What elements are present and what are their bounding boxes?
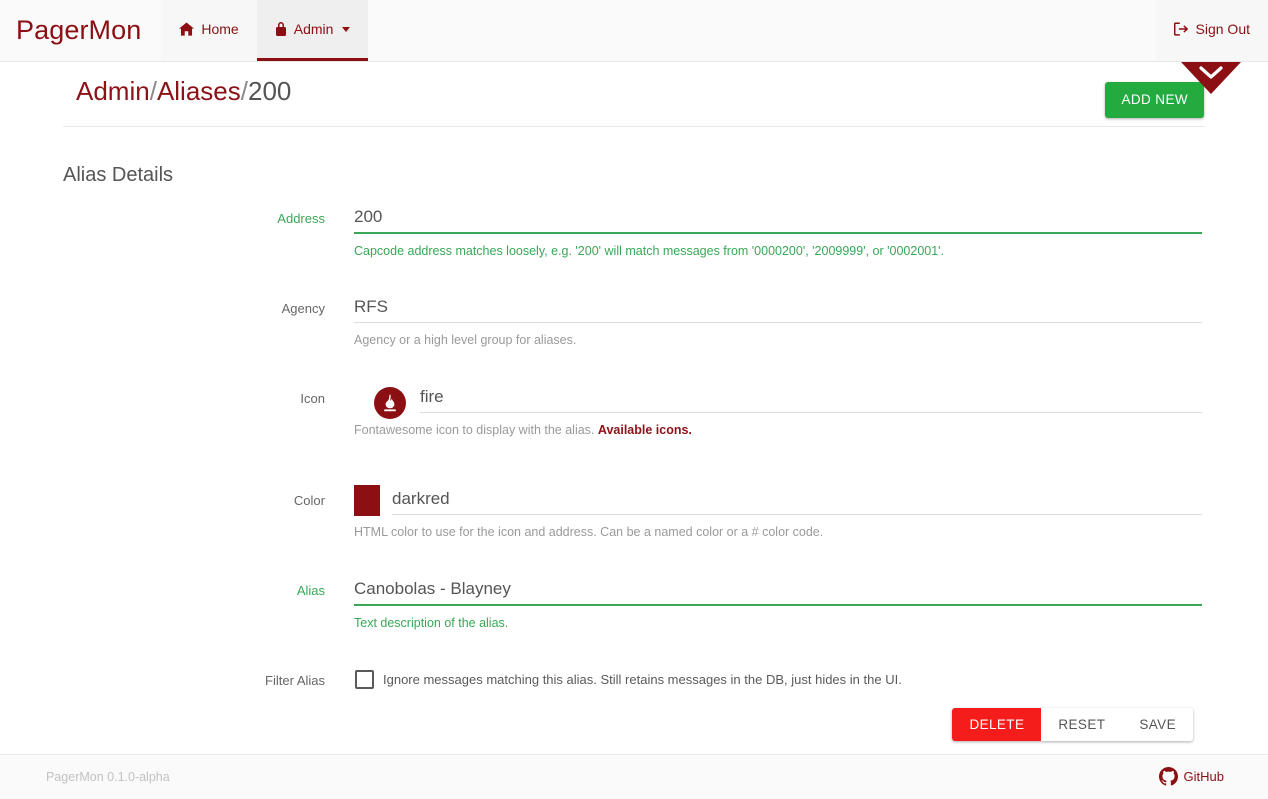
lock-icon (275, 22, 287, 36)
fire-icon (384, 393, 396, 411)
color-underline (392, 514, 1202, 515)
breadcrumb: Admin/Aliases/200 (76, 76, 291, 107)
icon-underline (420, 412, 1202, 413)
brand-logo[interactable]: PagerMon (0, 0, 161, 61)
breadcrumb-current: 200 (248, 76, 292, 106)
field-label-color: Color (293, 493, 325, 508)
delete-button[interactable]: DELETE (952, 708, 1042, 741)
chevron-down-icon (342, 26, 351, 32)
field-label-filter-alias: Filter Alias (265, 673, 325, 688)
breadcrumb-separator-1: / (149, 76, 157, 106)
field-alias: Text description of the alias. (354, 574, 1202, 631)
filter-alias-checkbox[interactable] (355, 670, 374, 689)
alias-underline (354, 604, 1202, 606)
page-header: Admin/Aliases/200 (0, 62, 1268, 125)
color-swatch (354, 485, 380, 516)
field-label-address: Address (277, 211, 325, 226)
color-help-text: HTML color to use for the icon and addre… (354, 525, 824, 539)
version-label: PagerMon 0.1.0-alpha (46, 770, 170, 784)
scroll-down-indicator[interactable] (1181, 62, 1241, 94)
form-actions: DELETE RESET SAVE (952, 708, 1193, 741)
chevron-down-icon (1199, 66, 1223, 79)
filter-alias-checkbox-label: Ignore messages matching this alias. Sti… (383, 672, 902, 687)
reset-button[interactable]: RESET (1041, 708, 1123, 741)
breadcrumb-separator-2: / (240, 76, 248, 106)
icon-preview (374, 387, 406, 419)
address-input[interactable] (354, 202, 1202, 232)
github-icon (1158, 767, 1178, 786)
save-button[interactable]: SAVE (1122, 708, 1193, 741)
field-color: HTML color to use for the icon and addre… (354, 484, 1202, 540)
sign-out-button[interactable]: Sign Out (1155, 0, 1268, 61)
field-icon: Fontawesome icon to display with the ali… (354, 382, 1202, 438)
nav-item-home-label: Home (201, 21, 239, 37)
icon-input[interactable] (420, 382, 1202, 412)
field-label-alias: Alias (296, 583, 325, 598)
icon-help-text: Fontawesome icon to display with the ali… (354, 422, 1202, 438)
top-navbar: PagerMon Home Admin Sign Out (0, 0, 1268, 62)
page-footer: PagerMon 0.1.0-alpha GitHub (0, 754, 1268, 799)
field-agency: Agency or a high level group for aliases… (354, 292, 1202, 348)
address-help-text: Capcode address matches loosely, e.g. '2… (354, 244, 945, 258)
field-label-agency: Agency (281, 301, 325, 316)
agency-help-text: Agency or a high level group for aliases… (354, 333, 577, 347)
nav-item-admin-label: Admin (293, 21, 334, 37)
alias-input[interactable] (354, 574, 1202, 604)
github-link[interactable]: GitHub (1158, 767, 1224, 786)
alias-help-text: Text description of the alias. (354, 616, 509, 630)
page-title: Alias Details (63, 164, 174, 186)
home-icon (179, 22, 195, 36)
icon-help-label: Fontawesome icon to display with the ali… (354, 423, 595, 437)
color-input[interactable] (392, 484, 1202, 514)
nav-item-home[interactable]: Home (161, 0, 257, 61)
address-underline (354, 232, 1202, 234)
breadcrumb-admin[interactable]: Admin (76, 76, 150, 106)
available-icons-link[interactable]: Available icons. (598, 423, 692, 437)
sign-out-icon (1173, 22, 1189, 36)
field-address: Capcode address matches loosely, e.g. '2… (354, 202, 1202, 259)
github-label: GitHub (1183, 769, 1224, 784)
agency-underline (354, 322, 1202, 323)
breadcrumb-aliases[interactable]: Aliases (157, 76, 241, 106)
field-label-icon: Icon (300, 391, 325, 406)
header-divider (63, 126, 1205, 127)
sign-out-label: Sign Out (1195, 21, 1250, 37)
nav-items: Home Admin (161, 0, 369, 61)
agency-input[interactable] (354, 292, 1202, 322)
nav-item-admin[interactable]: Admin (256, 0, 369, 61)
